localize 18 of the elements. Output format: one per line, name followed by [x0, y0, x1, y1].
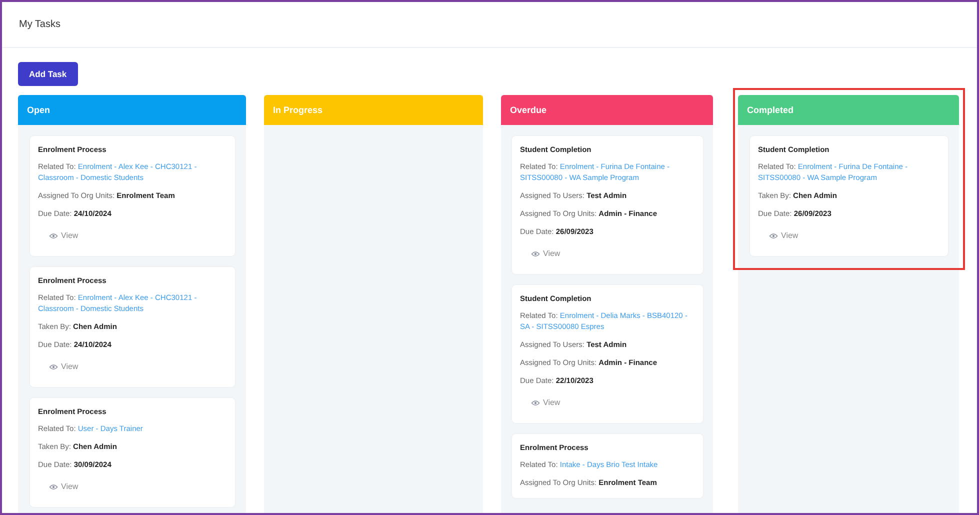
column-header: Open	[18, 95, 246, 125]
eye-icon	[531, 400, 540, 406]
column-header: In Progress	[264, 95, 483, 125]
eye-icon	[531, 250, 540, 256]
view-link[interactable]: View	[520, 244, 560, 264]
eye-icon	[769, 232, 778, 238]
view-link[interactable]: View	[520, 393, 560, 413]
view-link[interactable]: View	[38, 357, 78, 377]
view-link[interactable]: View	[38, 226, 78, 246]
eye-icon	[49, 484, 58, 490]
page-title: My Tasks	[19, 19, 60, 30]
column-header: Completed	[738, 95, 959, 125]
add-task-button[interactable]: Add Task	[18, 62, 78, 86]
eye-icon	[49, 232, 58, 238]
eye-icon	[49, 364, 58, 370]
column-header: Overdue	[501, 95, 713, 125]
view-link[interactable]: View	[758, 226, 798, 246]
view-link[interactable]: View	[38, 477, 78, 497]
